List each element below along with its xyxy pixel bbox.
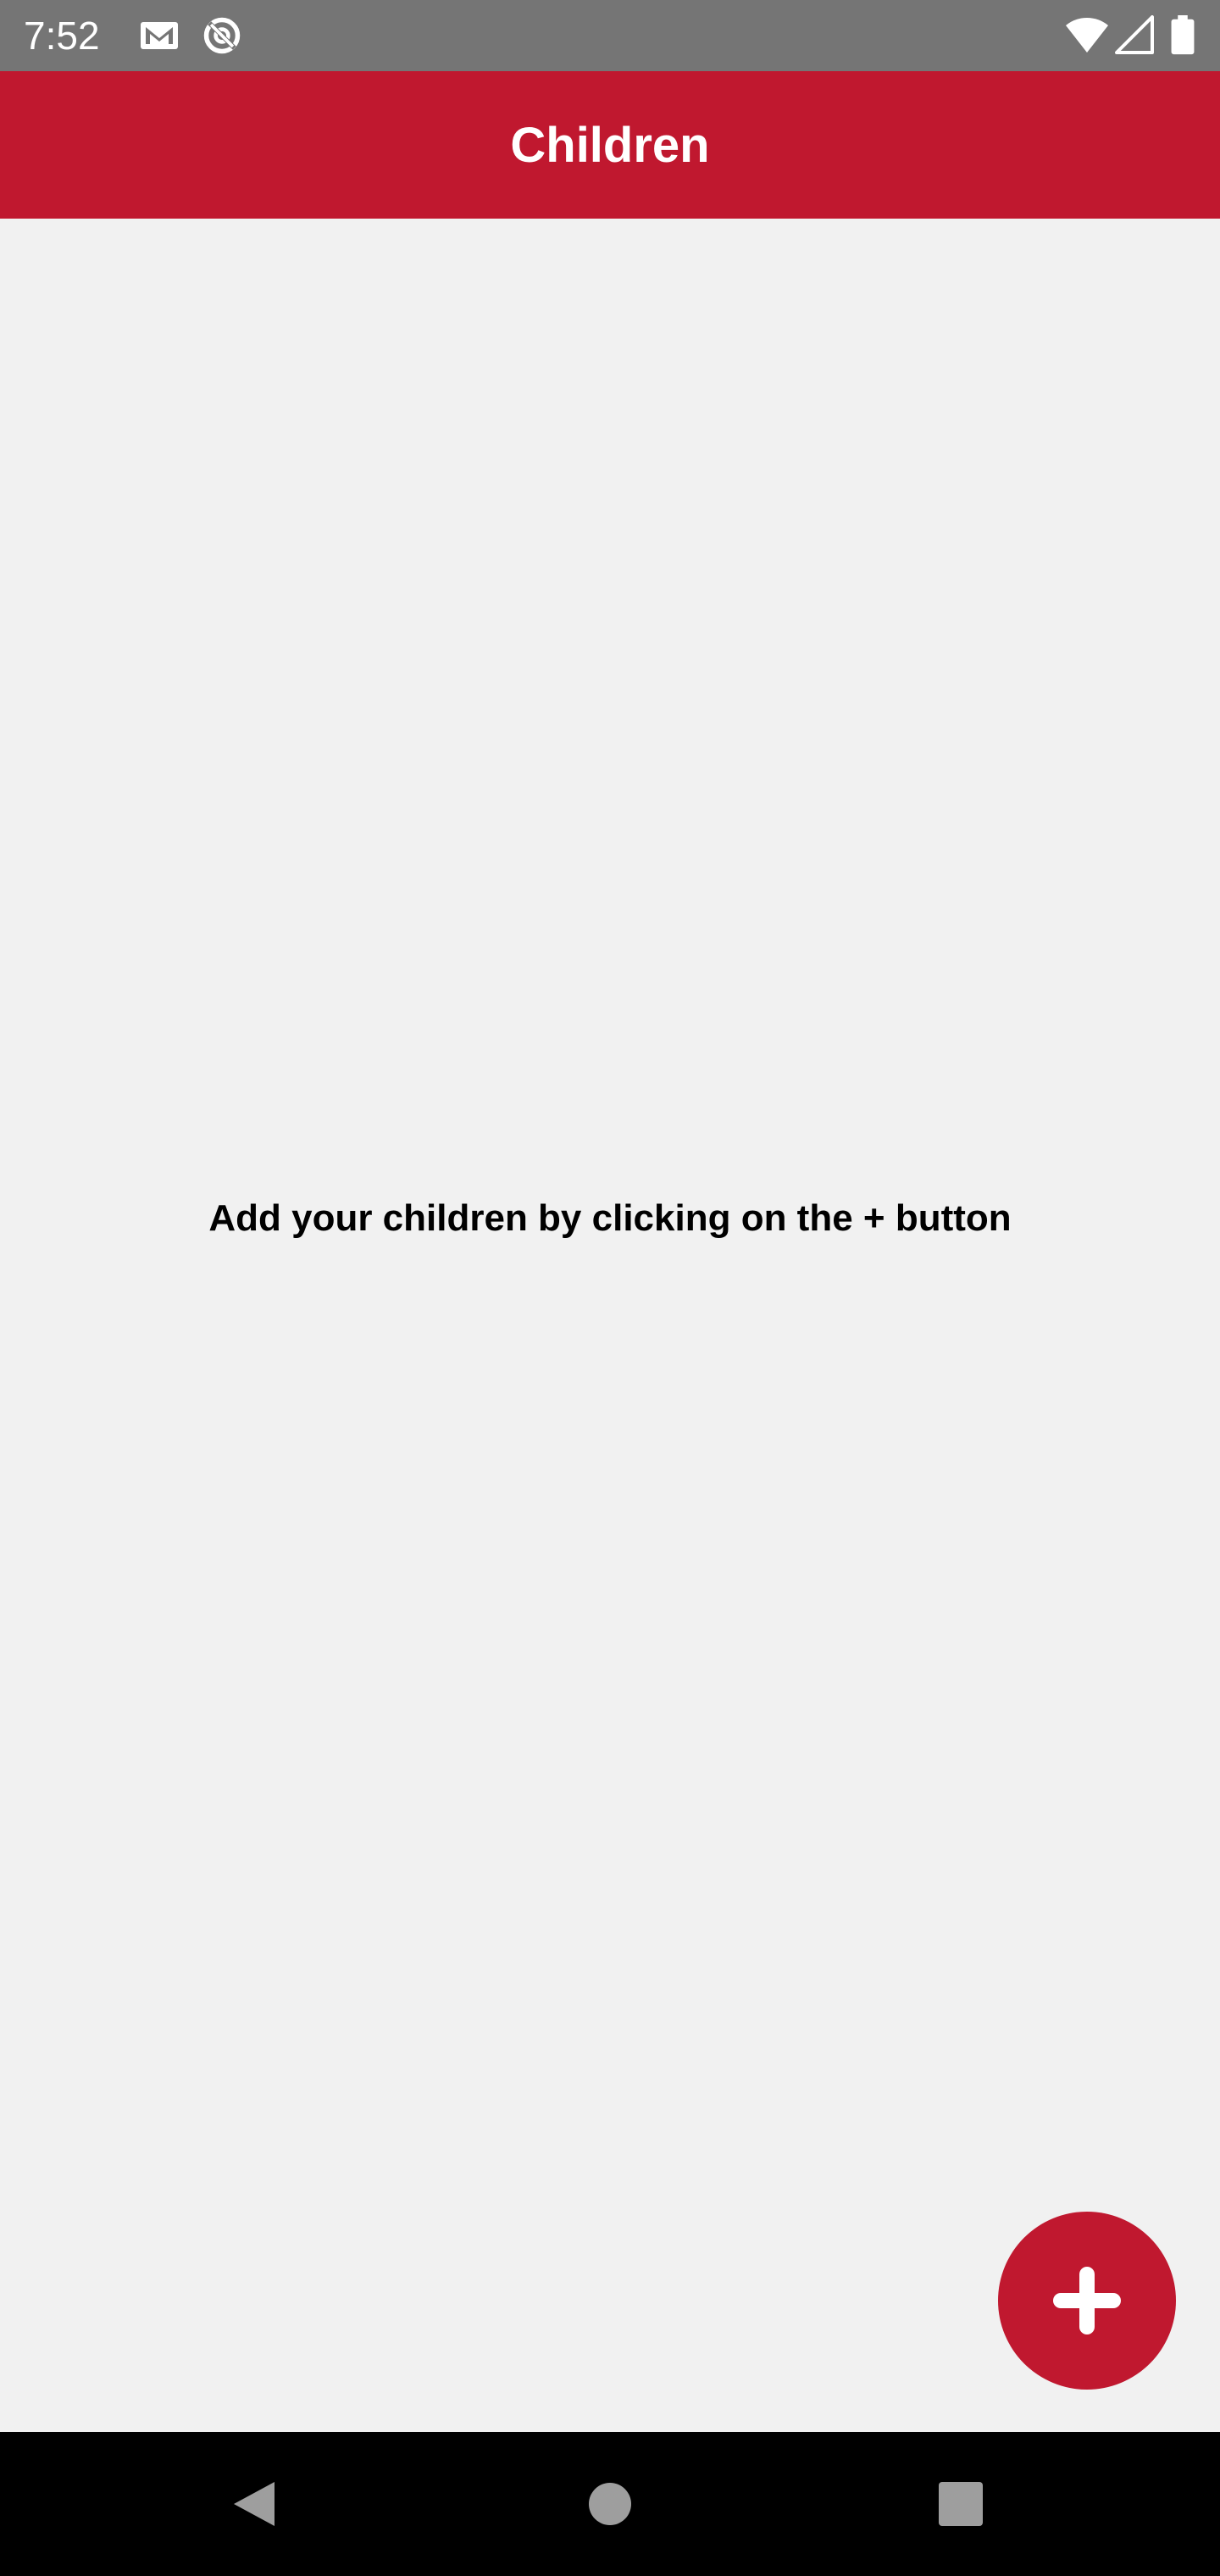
recents-icon <box>939 2482 983 2526</box>
nav-recents-button[interactable] <box>918 2462 1003 2546</box>
nav-back-button[interactable] <box>212 2462 297 2546</box>
main-content: Add your children by clicking on the + b… <box>0 219 1220 2432</box>
app-bar: Children <box>0 71 1220 219</box>
cellular-signal-icon <box>1115 15 1154 54</box>
screen: 7:52 Children Add your children by click… <box>0 0 1220 2576</box>
nav-home-button[interactable] <box>568 2462 652 2546</box>
status-bar: 7:52 <box>0 0 1220 71</box>
sync-icon <box>203 17 241 54</box>
status-time: 7:52 <box>24 14 100 58</box>
page-title: Children <box>510 117 710 173</box>
empty-state-message: Add your children by clicking on the + b… <box>208 1197 1012 1239</box>
back-icon <box>234 2482 274 2526</box>
wifi-icon <box>1066 18 1108 53</box>
battery-icon <box>1171 15 1195 55</box>
plus-icon <box>1053 2267 1121 2334</box>
home-icon <box>589 2483 631 2525</box>
gmail-icon <box>141 22 178 49</box>
navigation-bar <box>0 2432 1220 2576</box>
add-child-button[interactable] <box>998 2212 1176 2390</box>
